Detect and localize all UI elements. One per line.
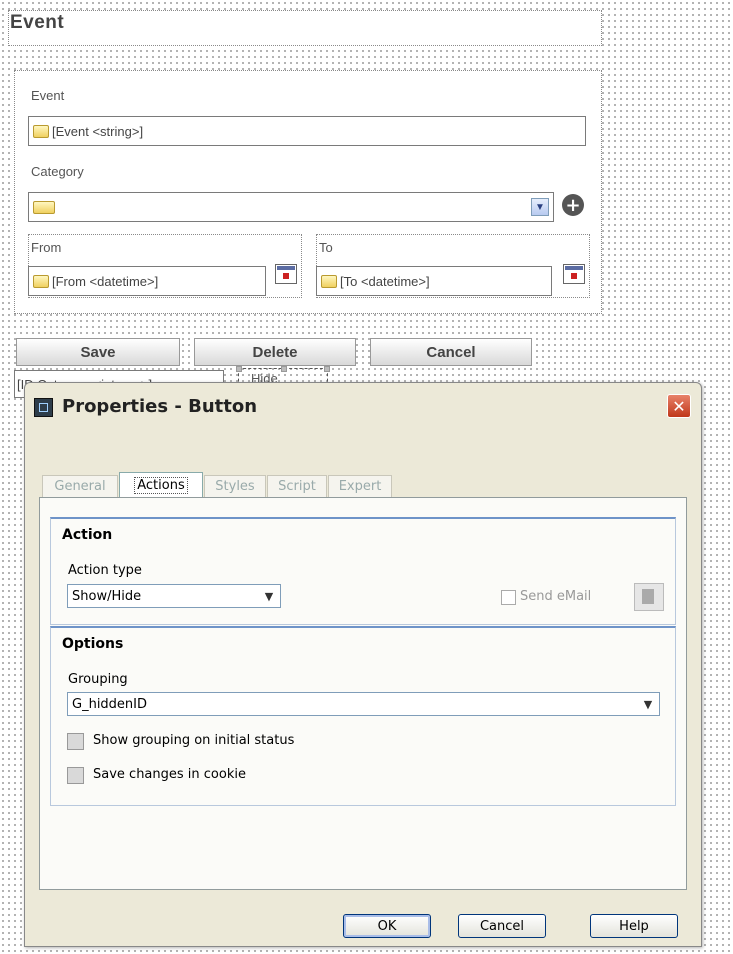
tab-expert[interactable]: Expert <box>328 475 392 497</box>
edit-email-icon[interactable] <box>634 583 664 611</box>
resize-handle[interactable] <box>281 366 287 372</box>
send-email-checkbox[interactable] <box>501 590 516 605</box>
action-group-title: Action <box>62 527 113 543</box>
grouping-label: Grouping <box>68 672 128 687</box>
chevron-down-icon[interactable]: ▼ <box>531 198 549 216</box>
tab-styles[interactable]: Styles <box>204 475 266 497</box>
to-field-value: [To <datetime>] <box>340 273 430 289</box>
send-email-label: Send eMail <box>520 589 592 604</box>
tab-label: Actions <box>134 477 188 494</box>
to-field[interactable]: [To <datetime>] <box>316 266 552 296</box>
from-field[interactable]: [From <datetime>] <box>28 266 266 296</box>
calendar-icon[interactable] <box>275 264 297 284</box>
to-label: To <box>319 240 333 255</box>
form-title: Event <box>10 12 65 33</box>
action-type-value: Show/Hide <box>72 588 142 604</box>
plus-circle-icon[interactable]: + <box>562 194 584 216</box>
chevron-down-icon[interactable]: ▼ <box>261 588 277 604</box>
action-group: Action Action type Show/Hide ▼ Send eMai… <box>50 517 676 625</box>
help-button[interactable]: Help <box>590 914 678 938</box>
dialog-title: Properties - Button <box>62 396 258 417</box>
field-tag-icon <box>321 274 337 288</box>
show-grouping-checkbox[interactable] <box>67 733 84 750</box>
tab-general[interactable]: General <box>42 475 118 497</box>
properties-dialog: Properties - Button ✕ General Actions St… <box>24 382 702 947</box>
from-field-value: [From <datetime>] <box>52 273 159 289</box>
event-field[interactable]: [Event <string>] <box>28 116 586 146</box>
save-cookie-checkbox[interactable] <box>67 767 84 784</box>
save-cookie-label: Save changes in cookie <box>93 767 246 782</box>
grouping-select[interactable]: G_hiddenID ▼ <box>67 692 660 716</box>
event-label: Event <box>31 88 65 103</box>
edit-icon-shape <box>642 589 654 604</box>
tab-script[interactable]: Script <box>267 475 327 497</box>
show-grouping-label: Show grouping on initial status <box>93 733 295 748</box>
options-group: Options Grouping G_hiddenID ▼ Show group… <box>50 626 676 806</box>
field-tag-icon <box>33 124 49 138</box>
save-button[interactable]: Save <box>16 338 180 366</box>
category-select[interactable]: ▼ <box>28 192 554 222</box>
options-group-title: Options <box>62 636 124 652</box>
grouping-value: G_hiddenID <box>72 696 148 712</box>
chevron-down-icon[interactable]: ▼ <box>640 696 656 712</box>
resize-handle[interactable] <box>324 366 330 372</box>
category-label: Category <box>31 164 84 179</box>
action-type-select[interactable]: Show/Hide ▼ <box>67 584 281 608</box>
delete-button[interactable]: Delete <box>194 338 356 366</box>
app-icon <box>34 398 53 417</box>
close-icon[interactable]: ✕ <box>667 394 691 418</box>
tab-label: General <box>54 479 106 494</box>
resize-handle[interactable] <box>236 366 242 372</box>
form-title-container <box>8 10 602 46</box>
calendar-icon[interactable] <box>563 264 585 284</box>
tab-label: Expert <box>338 479 382 494</box>
tab-label: Script <box>278 479 316 494</box>
tab-actions[interactable]: Actions <box>119 472 203 498</box>
field-tag-icon <box>33 200 55 214</box>
field-tag-icon <box>33 274 49 288</box>
dialog-cancel-button[interactable]: Cancel <box>458 914 546 938</box>
event-field-value: [Event <string>] <box>52 123 144 139</box>
action-type-label: Action type <box>68 563 142 578</box>
tab-label: Styles <box>215 479 255 494</box>
cancel-button[interactable]: Cancel <box>370 338 532 366</box>
actions-tab-panel: Action Action type Show/Hide ▼ Send eMai… <box>39 497 687 890</box>
from-label: From <box>31 240 62 255</box>
ok-button[interactable]: OK <box>343 914 431 938</box>
